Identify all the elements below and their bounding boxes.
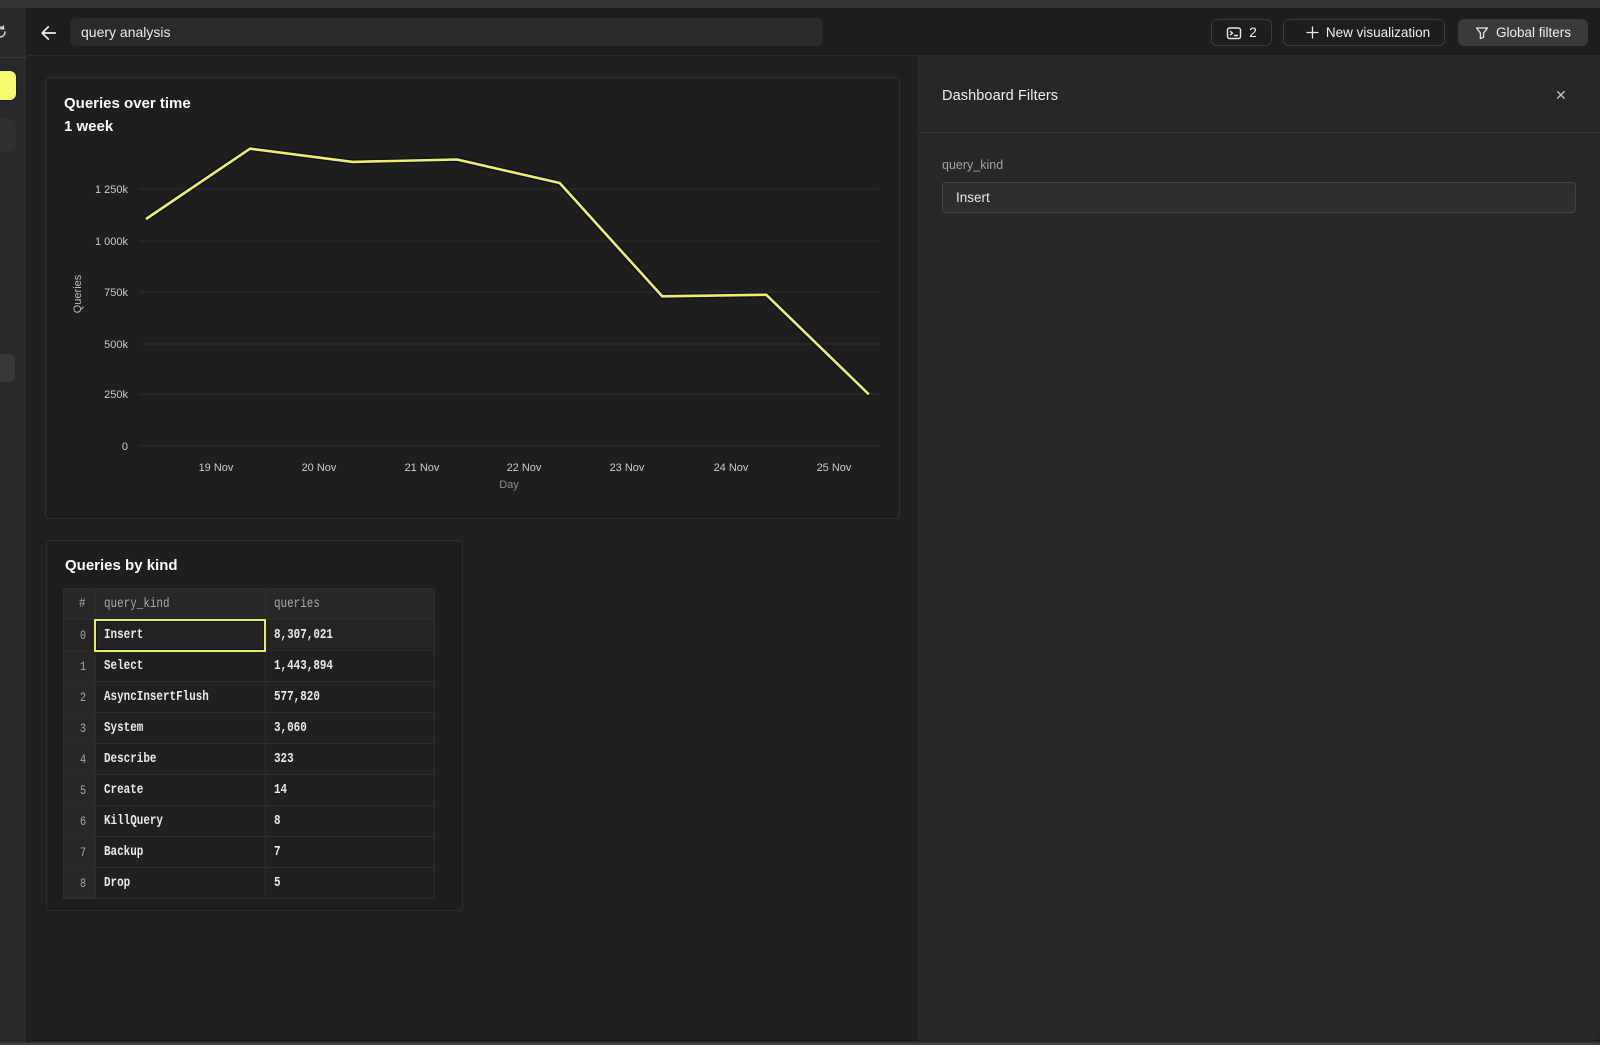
svg-text:23 Nov: 23 Nov	[610, 462, 645, 474]
svg-text:500k: 500k	[104, 339, 128, 351]
svg-text:750k: 750k	[104, 287, 128, 299]
svg-text:24 Nov: 24 Nov	[714, 462, 749, 474]
svg-text:1 250k: 1 250k	[95, 184, 129, 196]
svg-text:21 Nov: 21 Nov	[405, 462, 440, 474]
svg-text:1 000k: 1 000k	[95, 236, 129, 248]
svg-text:Day: Day	[499, 479, 519, 491]
svg-text:Queries: Queries	[72, 274, 84, 313]
svg-text:22 Nov: 22 Nov	[507, 462, 542, 474]
svg-text:25 Nov: 25 Nov	[817, 462, 852, 474]
svg-text:250k: 250k	[104, 389, 128, 401]
svg-text:20 Nov: 20 Nov	[302, 462, 337, 474]
svg-text:19 Nov: 19 Nov	[199, 462, 234, 474]
svg-text:0: 0	[122, 441, 128, 453]
